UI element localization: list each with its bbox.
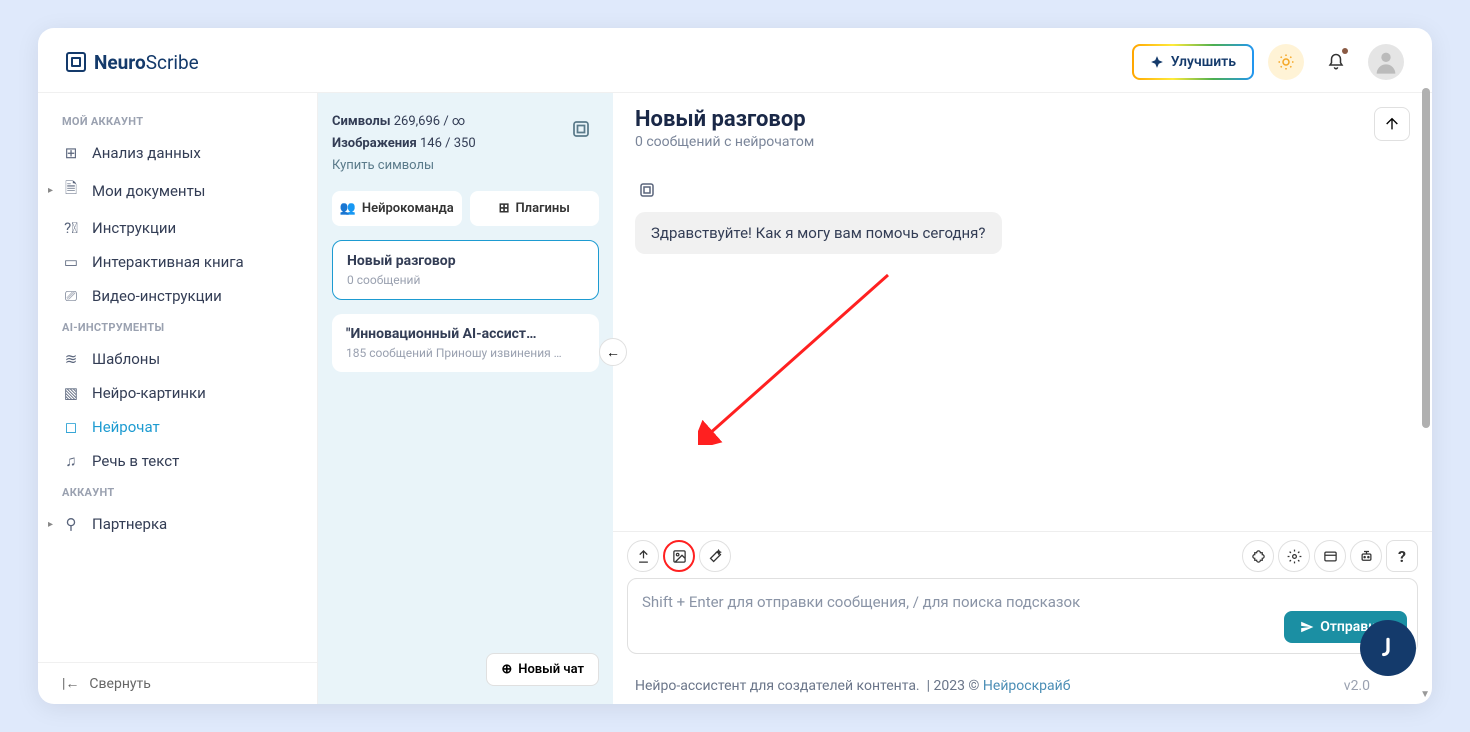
section-ai-tools: AI-ИНСТРУМЕНТЫ: [38, 313, 317, 342]
people-icon: 👥: [340, 201, 356, 216]
layers-icon: ≋: [62, 350, 80, 368]
grid-icon: ⊞: [499, 201, 510, 216]
nav-images[interactable]: ▧Нейро-картинки: [38, 376, 317, 410]
nav-documents[interactable]: 🗎Мои документы: [38, 170, 317, 211]
nav-partner[interactable]: ⚲Партнерка: [38, 507, 317, 541]
sidebar: МОЙ АККАУНТ ⊞Анализ данных 🗎Мои документ…: [38, 93, 318, 704]
settings-button[interactable]: [1278, 540, 1310, 572]
plus-icon: ⊕: [501, 662, 512, 677]
robot-button[interactable]: [1350, 540, 1382, 572]
share-button[interactable]: [1374, 107, 1410, 141]
notification-dot: [1342, 48, 1348, 54]
image-icon: ▧: [62, 384, 80, 402]
new-chat-button[interactable]: ⊕ Новый чат: [486, 653, 599, 686]
version-label: v2.0: [1344, 678, 1370, 694]
chip-icon: [567, 115, 595, 143]
nav-speech[interactable]: ♫Речь в текст: [38, 444, 317, 478]
notifications-button[interactable]: [1318, 44, 1354, 80]
logo[interactable]: NeuroScribe: [66, 51, 199, 74]
bot-avatar-icon: [635, 178, 659, 202]
card-button[interactable]: [1314, 540, 1346, 572]
panel-collapse-toggle[interactable]: ←: [599, 338, 627, 366]
attach-image-button[interactable]: [663, 540, 695, 572]
help-fab[interactable]: [1360, 620, 1416, 676]
app-window: ▼ NeuroScribe Улучшить: [38, 28, 1432, 704]
chat-area: Новый разговор 0 сообщений с нейрочатом …: [613, 93, 1432, 704]
people-icon: ⚲: [62, 515, 80, 533]
mid-buttons: 👥Нейрокоманда ⊞Плагины: [332, 191, 599, 226]
team-button[interactable]: 👥Нейрокоманда: [332, 191, 462, 226]
footer: Нейро-ассистент для создателей контента.…: [613, 668, 1432, 704]
bot-message: Здравствуйте! Как я могу вам помочь сего…: [635, 212, 1002, 254]
nav-video[interactable]: ⎚Видео-инструкции: [38, 279, 317, 313]
annotation-arrow: [698, 265, 898, 445]
extension-button[interactable]: [1242, 540, 1274, 572]
user-avatar[interactable]: [1368, 44, 1404, 80]
magic-button[interactable]: [699, 540, 731, 572]
body: МОЙ АККАУНТ ⊞Анализ данных 🗎Мои документ…: [38, 93, 1432, 704]
attach-file-button[interactable]: [627, 540, 659, 572]
conversation-item-active[interactable]: Новый разговор 0 сообщений: [332, 240, 599, 300]
chat-header: Новый разговор 0 сообщений с нейрочатом: [613, 93, 1432, 160]
nav-instructions[interactable]: ?⃝Инструкции: [38, 211, 317, 245]
usage-stats: Символы 269,696 / ∞ Изображения 146 / 35…: [332, 111, 599, 177]
nav-chat[interactable]: ◻Нейрочат: [38, 410, 317, 444]
input-toolbar: ?: [627, 540, 1418, 578]
section-account: АККАУНТ: [38, 478, 317, 507]
nav-book[interactable]: ▭Интерактивная книга: [38, 245, 317, 279]
footer-brand-link[interactable]: Нейроскрайб: [983, 678, 1071, 694]
message-input[interactable]: Shift + Enter для отправки сообщения, / …: [627, 578, 1418, 654]
headphones-icon: ♫: [62, 452, 80, 470]
video-icon: ⎚: [62, 287, 80, 305]
sidebar-collapse[interactable]: |← Свернуть: [38, 662, 317, 704]
header: NeuroScribe Улучшить: [38, 28, 1432, 93]
chat-title: Новый разговор: [635, 107, 814, 132]
collapse-icon: |←: [62, 675, 79, 692]
help-icon: ?⃝: [62, 219, 80, 237]
upgrade-label: Улучшить: [1171, 54, 1236, 70]
buy-symbols-link[interactable]: Купить символы: [332, 155, 599, 177]
book-icon: ▭: [62, 253, 80, 271]
nav-templates[interactable]: ≋Шаблоны: [38, 342, 317, 376]
logo-icon: [66, 52, 86, 72]
conversation-item[interactable]: "Инновационный AI-ассист… 185 сообщений …: [332, 314, 599, 372]
header-actions: Улучшить: [1132, 44, 1404, 80]
chat-subtitle: 0 сообщений с нейрочатом: [635, 134, 814, 150]
chat-icon: ◻: [62, 418, 80, 436]
document-icon: 🗎: [62, 178, 80, 203]
grid-icon: ⊞: [62, 144, 80, 162]
theme-toggle[interactable]: [1268, 44, 1304, 80]
section-my-account: МОЙ АККАУНТ: [38, 107, 317, 136]
logo-text-light: Scribe: [146, 51, 199, 74]
chat-input-area: ? Shift + Enter для отправки сообщения, …: [613, 531, 1432, 668]
upgrade-button[interactable]: Улучшить: [1132, 44, 1254, 80]
conversations-panel: Символы 269,696 / ∞ Изображения 146 / 35…: [318, 93, 613, 704]
rocket-icon: [1150, 55, 1164, 69]
logo-text-bold: Neuro: [94, 51, 146, 74]
plugins-button[interactable]: ⊞Плагины: [470, 191, 600, 226]
chat-messages: Здравствуйте! Как я могу вам помочь сего…: [613, 160, 1432, 531]
nav-analytics[interactable]: ⊞Анализ данных: [38, 136, 317, 170]
help-button[interactable]: ?: [1386, 540, 1418, 572]
input-placeholder: Shift + Enter для отправки сообщения, / …: [642, 593, 1403, 611]
